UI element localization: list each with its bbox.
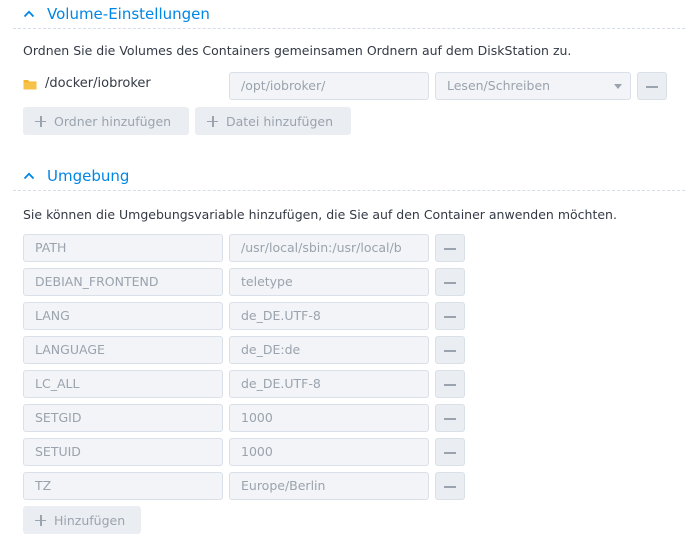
env-value-input[interactable]: Europe/Berlin xyxy=(229,472,429,500)
remove-env-button[interactable] xyxy=(435,336,465,364)
volume-section-header[interactable]: Volume-Einstellungen xyxy=(23,5,210,23)
env-value-input[interactable]: /usr/local/sbin:/usr/local/b xyxy=(229,234,429,262)
env-name-input[interactable]: LANG xyxy=(23,302,223,330)
permission-select[interactable]: Lesen/Schreiben xyxy=(435,72,631,100)
env-section-description: Sie können die Umgebungsvariable hinzufü… xyxy=(23,207,617,222)
plus-icon xyxy=(35,115,46,127)
add-folder-label: Ordner hinzufügen xyxy=(54,113,172,129)
add-env-label: Hinzufügen xyxy=(54,512,126,528)
env-name-input[interactable]: LANGUAGE xyxy=(23,336,223,364)
chevron-up-icon[interactable] xyxy=(23,170,35,182)
permission-select-value: Lesen/Schreiben xyxy=(447,78,551,93)
env-name-input[interactable]: PATH xyxy=(23,234,223,262)
env-value-input[interactable]: de_DE:de xyxy=(229,336,429,364)
section-divider xyxy=(13,28,685,29)
env-name-input[interactable]: LC_ALL xyxy=(23,370,223,398)
env-value-input[interactable]: teletype xyxy=(229,268,429,296)
env-section-header[interactable]: Umgebung xyxy=(23,167,129,185)
remove-env-button[interactable] xyxy=(435,370,465,398)
volume-section-description: Ordnen Sie die Volumes des Containers ge… xyxy=(23,43,572,58)
env-name-input[interactable]: SETUID xyxy=(23,438,223,466)
folder-icon xyxy=(23,78,37,90)
remove-volume-button[interactable] xyxy=(637,72,667,100)
env-section-title: Umgebung xyxy=(47,167,130,185)
remove-env-button[interactable] xyxy=(435,438,465,466)
volume-section-title: Volume-Einstellungen xyxy=(47,5,210,23)
remove-env-button[interactable] xyxy=(435,472,465,500)
add-env-button[interactable]: Hinzufügen xyxy=(23,506,141,534)
env-value-input[interactable]: de_DE.UTF-8 xyxy=(229,302,429,330)
volume-mapping-folder: /docker/iobroker xyxy=(23,76,151,91)
chevron-up-icon[interactable] xyxy=(23,8,35,20)
folder-path: /docker/iobroker xyxy=(45,76,151,91)
remove-env-button[interactable] xyxy=(435,268,465,296)
section-divider xyxy=(13,190,685,191)
remove-env-button[interactable] xyxy=(435,404,465,432)
remove-env-button[interactable] xyxy=(435,302,465,330)
plus-icon xyxy=(35,514,46,526)
env-value-input[interactable]: 1000 xyxy=(229,404,429,432)
env-value-input[interactable]: 1000 xyxy=(229,438,429,466)
env-value-input[interactable]: de_DE.UTF-8 xyxy=(229,370,429,398)
add-folder-button[interactable]: Ordner hinzufügen xyxy=(23,107,189,135)
mount-path-input[interactable]: /opt/iobroker/ xyxy=(229,72,429,100)
add-file-label: Datei hinzufügen xyxy=(226,113,333,129)
remove-env-button[interactable] xyxy=(435,234,465,262)
env-name-input[interactable]: DEBIAN_FRONTEND xyxy=(23,268,223,296)
env-name-input[interactable]: TZ xyxy=(23,472,223,500)
add-file-button[interactable]: Datei hinzufügen xyxy=(195,107,351,135)
caret-down-icon xyxy=(614,84,622,89)
env-name-input[interactable]: SETGID xyxy=(23,404,223,432)
plus-icon xyxy=(207,115,218,127)
